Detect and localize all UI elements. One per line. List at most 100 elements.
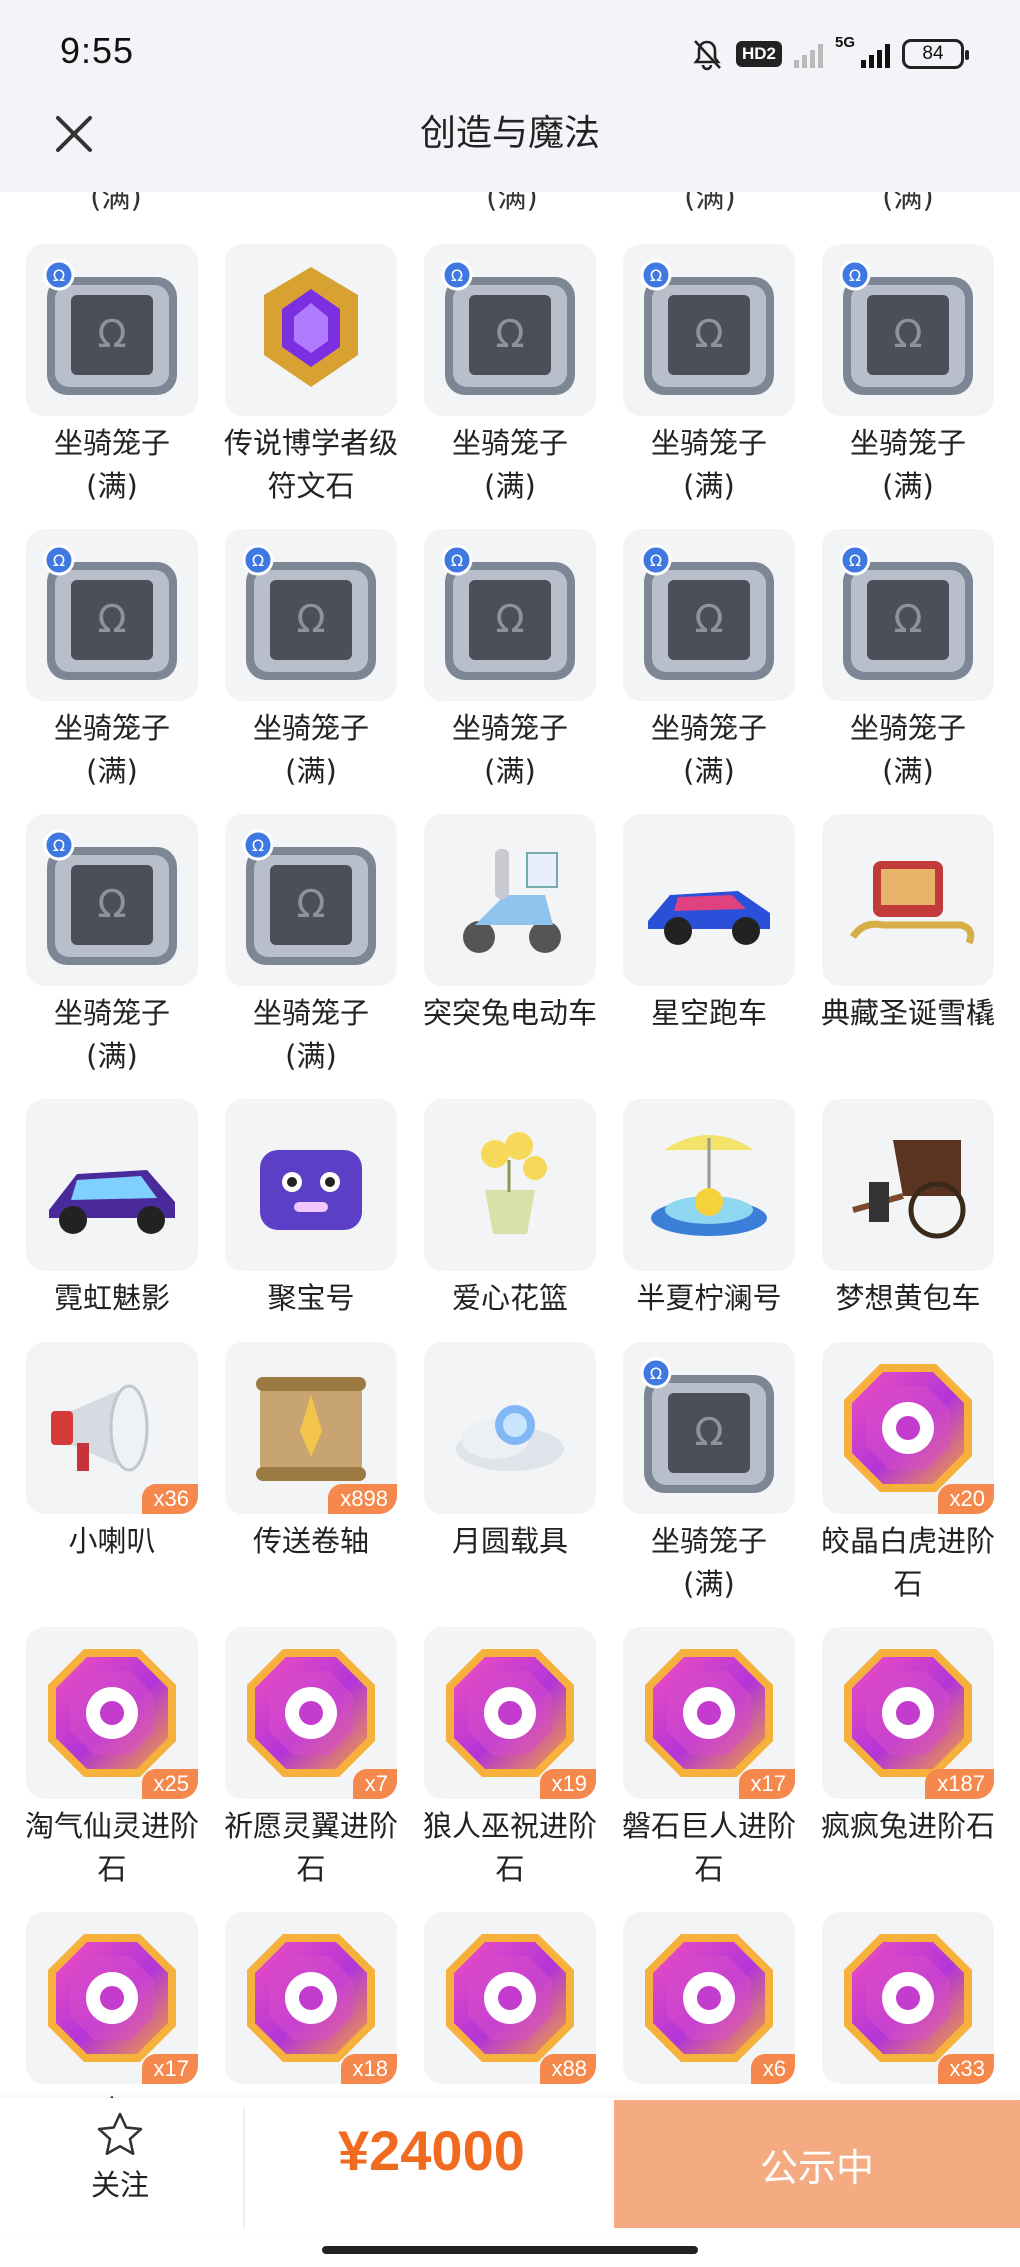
divider xyxy=(243,2108,245,2228)
item-tile xyxy=(424,1099,596,1271)
gem-rabbit-icon xyxy=(838,1643,978,1783)
inventory-item[interactable]: x36 小喇叭 xyxy=(26,1342,198,1627)
count-badge: x20 xyxy=(937,1484,994,1514)
inventory-item[interactable]: Ω Ω 坐骑笼子 (满) xyxy=(822,244,994,529)
item-tile xyxy=(225,244,397,416)
item-name: 坐骑笼子 (满) xyxy=(650,426,767,503)
count-badge: x88 xyxy=(539,2054,596,2084)
gem-wolf-icon xyxy=(440,1643,580,1783)
svg-text:Ω: Ω xyxy=(650,551,662,570)
inventory-item[interactable]: Ω Ω 坐骑笼子 (满) xyxy=(424,529,596,814)
inventory-item[interactable]: 突突兔电动车 xyxy=(423,814,597,1099)
item-tile: x898 xyxy=(225,1342,397,1514)
item-name: 爱心花篮 xyxy=(451,1281,568,1315)
app-header: 创造与魔法 xyxy=(0,100,1020,192)
item-name: 疯疯兔进阶石 xyxy=(820,1809,995,1843)
inventory-item[interactable]: 传说博学者级符文石 xyxy=(224,244,398,529)
item-name: 坐骑笼子 (满) xyxy=(252,711,369,788)
item-name: 坐骑笼子 (满) xyxy=(451,711,568,788)
inventory-item[interactable]: Ω Ω 坐骑笼子 (满) xyxy=(26,814,198,1099)
item-tile: x20 xyxy=(822,1342,994,1514)
partial-label: (满) xyxy=(486,192,538,214)
svg-text:Ω: Ω xyxy=(694,1410,723,1454)
lemon-icon xyxy=(634,1110,784,1260)
item-tile: x17 xyxy=(26,1912,198,2084)
inventory-item[interactable]: x20 皎晶白虎进阶石 xyxy=(821,1342,995,1627)
inventory-item[interactable]: Ω Ω 坐骑笼子 (满) xyxy=(822,529,994,814)
item-name: 祈愿灵翼进阶石 xyxy=(223,1809,398,1886)
inventory-item[interactable]: 霓虹魅影 xyxy=(26,1099,198,1342)
follow-button[interactable]: 关注 xyxy=(60,2110,180,2220)
scroll-icon xyxy=(236,1353,386,1503)
inventory-item[interactable]: 聚宝号 xyxy=(225,1099,397,1342)
inventory-item[interactable]: x898 传送卷轴 xyxy=(225,1342,397,1627)
bell-muted-icon xyxy=(690,37,724,71)
inventory-item[interactable]: x6 xyxy=(623,1912,795,2098)
page-title: 创造与魔法 xyxy=(419,113,600,154)
inventory-item[interactable]: x19 狼人巫祝进阶石 xyxy=(423,1627,597,1912)
inventory-item[interactable]: Ω Ω 坐骑笼子 (满) xyxy=(26,244,198,529)
rickshaw-icon xyxy=(833,1110,983,1260)
neon-icon xyxy=(37,1110,187,1260)
partial-row: (满) (满) (满) (满) xyxy=(0,192,1020,214)
inventory-item[interactable]: x33 xyxy=(822,1912,994,2098)
count-badge: x33 xyxy=(937,2054,994,2084)
inventory-item[interactable]: Ω Ω 坐骑笼子 (满) xyxy=(26,529,198,814)
public-notice-button[interactable]: 公示中 xyxy=(614,2100,1020,2228)
treasure-icon xyxy=(236,1110,386,1260)
inventory-item[interactable]: Ω Ω 坐骑笼子 (满) xyxy=(623,529,795,814)
signal-weak-icon xyxy=(793,40,823,68)
inventory-item[interactable]: Ω Ω 坐骑笼子 (满) xyxy=(623,244,795,529)
inventory-item[interactable]: x25 淘气仙灵进阶石 xyxy=(25,1627,199,1912)
count-badge: x7 xyxy=(352,1769,397,1799)
item-name: 淘气仙灵进阶石 xyxy=(24,1809,199,1886)
count-badge: x6 xyxy=(750,2054,795,2084)
inventory-item[interactable]: x17毒 xyxy=(26,1912,198,2098)
item-tile xyxy=(424,814,596,986)
svg-text:Ω: Ω xyxy=(252,836,264,855)
count-badge: x187 xyxy=(925,1769,994,1799)
partial-label: (满) xyxy=(90,192,142,214)
inventory-item[interactable]: 月圆载具 xyxy=(424,1342,596,1627)
inventory-item[interactable]: 爱心花篮 xyxy=(424,1099,596,1342)
inventory-item[interactable]: Ω Ω 坐骑笼子 (满) xyxy=(225,814,397,1099)
item-name: 小喇叭 xyxy=(68,1524,156,1558)
inventory-item[interactable]: x7 祈愿灵翼进阶石 xyxy=(224,1627,398,1912)
item-name: 坐骑笼子 (满) xyxy=(650,1524,767,1601)
svg-text:Ω: Ω xyxy=(495,312,524,356)
svg-text:Ω: Ω xyxy=(650,266,662,285)
item-name: 突突兔电动车 xyxy=(422,996,597,1030)
item-name: 梦想黄包车 xyxy=(835,1281,981,1315)
inventory-item[interactable]: Ω Ω 坐骑笼子 (满) xyxy=(225,529,397,814)
cage-icon: ΩΩ xyxy=(634,540,784,690)
inventory-item[interactable]: x187 疯疯兔进阶石 xyxy=(821,1627,995,1912)
gem-acorn-icon xyxy=(838,1928,978,2068)
svg-text:Ω: Ω xyxy=(451,551,463,570)
inventory-item[interactable]: x88 xyxy=(424,1912,596,2098)
cage-icon: ΩΩ xyxy=(634,1353,784,1503)
inventory-item[interactable]: 梦想黄包车 xyxy=(822,1099,994,1342)
svg-text:Ω: Ω xyxy=(296,597,325,641)
home-indicator[interactable] xyxy=(322,2246,698,2254)
item-name: 坐骑笼子 (满) xyxy=(252,996,369,1073)
inventory-item[interactable]: 半夏柠澜号 xyxy=(623,1099,795,1342)
item-name: 传送卷轴 xyxy=(252,1524,369,1558)
inventory-item[interactable]: 星空跑车 xyxy=(623,814,795,1099)
inventory-item[interactable]: x17 磐石巨人进阶石 xyxy=(622,1627,796,1912)
inventory-item[interactable]: 典藏圣诞雪橇 xyxy=(821,814,995,1099)
status-icons: HD2 5G 84 xyxy=(690,34,969,74)
battery-icon: 84 xyxy=(902,39,969,69)
cage-icon: ΩΩ xyxy=(37,540,187,690)
svg-text:Ω: Ω xyxy=(296,882,325,926)
moon-icon xyxy=(435,1353,585,1503)
item-name: 传说博学者级符文石 xyxy=(223,426,398,503)
svg-text:Ω: Ω xyxy=(53,266,65,285)
cage-icon: ΩΩ xyxy=(833,540,983,690)
inventory-item[interactable]: x18 xyxy=(225,1912,397,2098)
item-name: 磐石巨人进阶石 xyxy=(621,1809,796,1886)
item-list[interactable]: (满) (满) (满) (满) Ω Ω 坐骑笼子 (满) 传说博学者级符文石 Ω Ω 坐骑笼… xyxy=(0,192,1020,2098)
inventory-item[interactable]: Ω Ω 坐骑笼子 (满) xyxy=(424,244,596,529)
item-tile: ΩΩ xyxy=(26,244,198,416)
follow-label: 关注 xyxy=(90,2168,149,2202)
inventory-item[interactable]: Ω Ω 坐骑笼子 (满) xyxy=(623,1342,795,1627)
